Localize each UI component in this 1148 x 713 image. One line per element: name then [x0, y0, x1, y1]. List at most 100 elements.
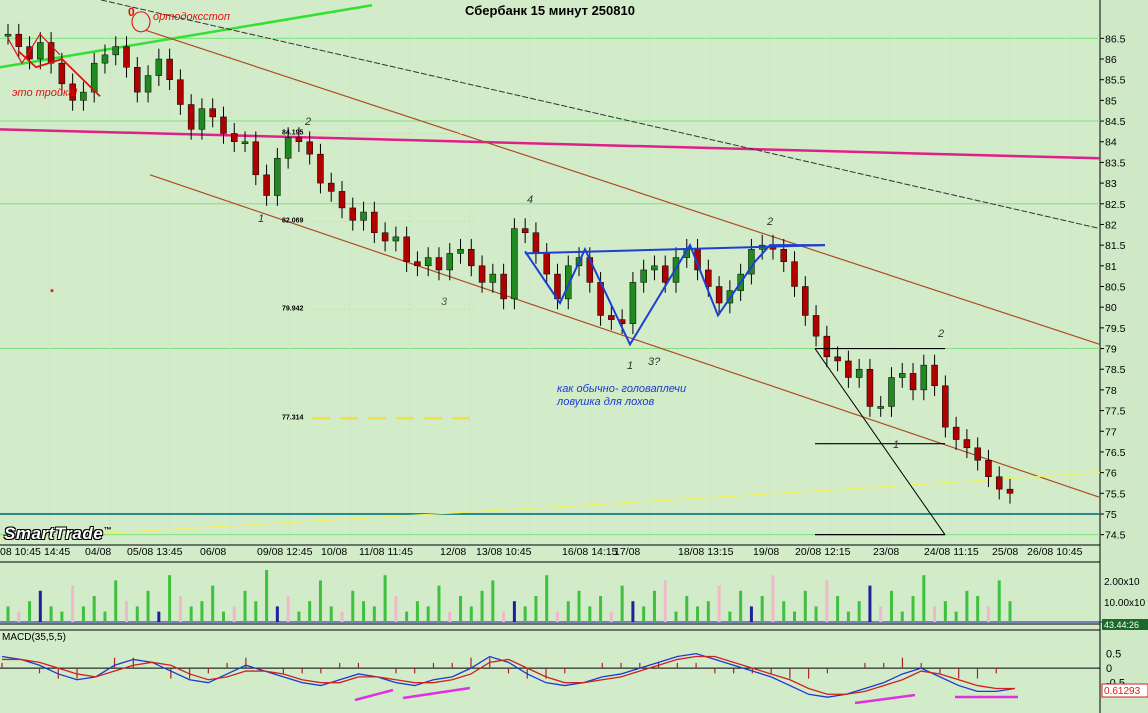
candle-body — [468, 249, 475, 267]
fib-level-label: 84.195 — [282, 130, 304, 137]
volume-bar — [879, 606, 883, 622]
head-shoulders-note-1: как обычно- головаплечи — [557, 383, 686, 395]
candle-body — [134, 67, 141, 93]
candle-body — [371, 211, 378, 233]
volume-bar — [954, 611, 958, 622]
price-tick-label: 85 — [1105, 95, 1117, 107]
volume-bar — [17, 611, 21, 622]
price-tick-label: 84 — [1105, 137, 1117, 149]
price-tick-label: 84.5 — [1105, 116, 1126, 128]
volume-bar — [211, 585, 215, 622]
candle-body — [187, 104, 195, 130]
volume-bar — [92, 596, 96, 622]
candle-body — [209, 108, 216, 118]
candle-body — [80, 91, 87, 101]
volume-bar — [275, 606, 279, 622]
candle-body — [274, 158, 281, 196]
price-tick-label: 86 — [1105, 54, 1117, 66]
volume-bar — [803, 590, 807, 622]
volume-bar — [49, 606, 53, 622]
volume-bar — [857, 601, 861, 622]
volume-bar — [81, 606, 85, 622]
volume-bar — [846, 611, 850, 622]
volume-bar — [814, 606, 818, 622]
volume-bar — [782, 601, 786, 622]
volume-bar — [394, 596, 398, 622]
candle-body — [155, 58, 163, 76]
candle-body — [952, 426, 960, 440]
price-tick-label: 76.5 — [1105, 447, 1126, 459]
volume-bar — [491, 580, 495, 622]
wave-label: 3? — [648, 356, 661, 368]
candle-body — [920, 364, 928, 391]
volume-bar — [566, 601, 570, 622]
x-tick-label: 13/08 10:45 — [476, 546, 532, 558]
volume-bar — [71, 585, 75, 622]
candle-body — [403, 236, 410, 262]
candle-body — [1006, 488, 1014, 494]
volume-bar — [146, 590, 150, 622]
candle-body — [317, 153, 324, 184]
candle-body — [360, 211, 367, 221]
price-tick-label: 85.5 — [1105, 75, 1126, 87]
price-tick-label: 80.5 — [1105, 282, 1126, 294]
volume-bar — [911, 596, 915, 622]
volume-bar — [793, 611, 797, 622]
macd-title: MACD(35,5,5) — [2, 632, 66, 643]
volume-bar — [943, 601, 947, 622]
volume-bar — [232, 606, 236, 622]
candle-body — [414, 261, 421, 267]
x-tick-label: 08 10:45 — [0, 546, 41, 558]
price-tick-label: 75 — [1105, 509, 1117, 521]
smarttrade-logo: SmartTrade™ — [4, 524, 112, 544]
x-tick-label: 11/08 11:45 — [359, 546, 413, 558]
price-tick-label: 83.5 — [1105, 157, 1126, 169]
volume-bar — [976, 596, 980, 622]
price-tick-label: 81 — [1105, 261, 1117, 273]
macd-tick-label: 0.5 — [1106, 649, 1121, 661]
candle-body — [791, 261, 798, 287]
volume-bar — [383, 575, 387, 622]
volume-bar — [469, 606, 473, 622]
candle-body — [500, 273, 507, 300]
volume-bar — [663, 580, 667, 622]
candle-body — [812, 315, 820, 337]
volume-bar — [771, 575, 775, 622]
volume-bar — [685, 596, 689, 622]
candle-body — [608, 315, 615, 320]
volume-bar — [178, 596, 182, 622]
volume-bar — [318, 580, 322, 622]
head-shoulders-note-2: ловушка для лохов — [556, 396, 654, 408]
candle-body — [231, 133, 238, 142]
wave-label: 1 — [893, 439, 899, 451]
price-tick-label: 80 — [1105, 302, 1117, 314]
volume-bar — [265, 570, 269, 622]
volume-bar — [1008, 601, 1012, 622]
troika-label: это тройка! — [12, 87, 77, 99]
candle-body — [112, 46, 119, 56]
x-tick-label: 06/08 — [200, 546, 226, 558]
volume-bar — [642, 606, 646, 622]
macd-last-value: 0.61293 — [1104, 686, 1141, 697]
candle-body — [942, 385, 949, 428]
candle-body — [640, 269, 647, 283]
volume-bar — [555, 611, 559, 622]
volume-bar — [38, 590, 42, 622]
candle-body — [715, 286, 723, 304]
volume-bar — [889, 590, 893, 622]
red-dot — [50, 289, 54, 293]
volume-bar — [620, 585, 624, 622]
price-tick-label: 78.5 — [1105, 364, 1126, 376]
candle-body — [252, 141, 260, 176]
candle-body — [877, 406, 884, 409]
volume-bar — [588, 606, 592, 622]
candle-body — [424, 257, 432, 267]
price-tick-label: 74.5 — [1105, 530, 1126, 542]
volume-tick-label: 2.00x10 — [1104, 577, 1140, 588]
volume-bar — [448, 611, 452, 622]
wave-label: 2 — [937, 328, 944, 340]
volume-bar — [254, 601, 258, 622]
price-tick-label: 79 — [1105, 344, 1117, 356]
x-tick-label: 12/08 — [440, 546, 466, 558]
price-tick-label: 82.5 — [1105, 199, 1126, 211]
